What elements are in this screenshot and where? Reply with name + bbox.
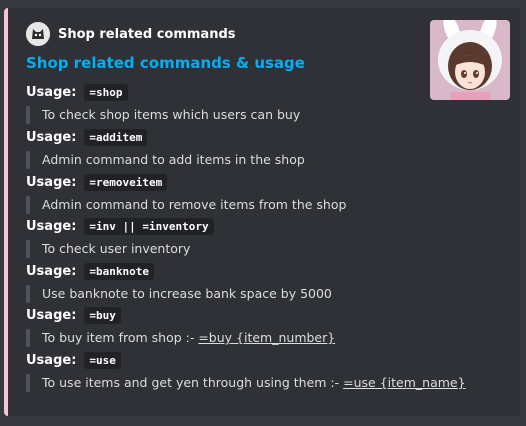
embed-author: Shop related commands <box>26 22 236 46</box>
field-label: Usage: <box>26 307 77 323</box>
command-field-inventory: Usage: =inv || =inventory To check user … <box>26 216 496 258</box>
command-code: =removeitem <box>84 173 168 191</box>
shop-commands-embed: Shop related commands Shop related comma… <box>4 8 520 416</box>
field-description: To check shop items which users can buy <box>26 106 496 124</box>
field-description: Admin command to remove items from the s… <box>26 196 496 214</box>
command-code: =additem <box>84 128 148 146</box>
command-field-removeitem: Usage: =removeitem Admin command to remo… <box>26 172 496 214</box>
command-field-use: Usage: =use To use items and get yen thr… <box>26 350 496 392</box>
field-label: Usage: <box>26 352 77 368</box>
command-field-banknote: Usage: =banknote Use banknote to increas… <box>26 261 496 303</box>
command-code: =banknote <box>84 262 154 280</box>
command-code: =shop <box>84 83 128 101</box>
command-code: =use <box>84 351 121 369</box>
field-description-text: To check shop items which users can buy <box>42 107 301 122</box>
field-description-text: Admin command to add items in the shop <box>42 152 305 167</box>
field-label: Usage: <box>26 174 77 190</box>
embed-author-name: Shop related commands <box>58 26 236 42</box>
command-field-shop: Usage: =shop To check shop items which u… <box>26 82 496 124</box>
command-link[interactable]: =use {item_name} <box>343 375 465 390</box>
field-description: To check user inventory <box>26 240 496 258</box>
field-description-text: Use banknote to increase bank space by 5… <box>42 286 332 301</box>
cat-avatar-icon <box>26 22 50 46</box>
field-description-text: To check user inventory <box>42 241 191 256</box>
field-description-text: To buy item from shop :- <box>42 330 199 345</box>
command-link[interactable]: =buy {item_number} <box>198 330 335 345</box>
field-label: Usage: <box>26 263 77 279</box>
field-description: To buy item from shop :- =buy {item_numb… <box>26 329 496 347</box>
field-description: Use banknote to increase bank space by 5… <box>26 285 496 303</box>
field-label: Usage: <box>26 218 77 234</box>
field-description: To use items and get yen through using t… <box>26 374 496 392</box>
command-field-buy: Usage: =buy To buy item from shop :- =bu… <box>26 305 496 347</box>
command-code: =buy <box>84 306 121 324</box>
field-label: Usage: <box>26 129 77 145</box>
field-label: Usage: <box>26 84 77 100</box>
field-description: Admin command to add items in the shop <box>26 151 496 169</box>
command-field-additem: Usage: =additem Admin command to add ite… <box>26 127 496 169</box>
field-description-text: To use items and get yen through using t… <box>42 375 344 390</box>
embed-title[interactable]: Shop related commands & usage <box>26 54 305 72</box>
field-description-text: Admin command to remove items from the s… <box>42 197 347 212</box>
command-code: =inv || =inventory <box>84 217 214 235</box>
